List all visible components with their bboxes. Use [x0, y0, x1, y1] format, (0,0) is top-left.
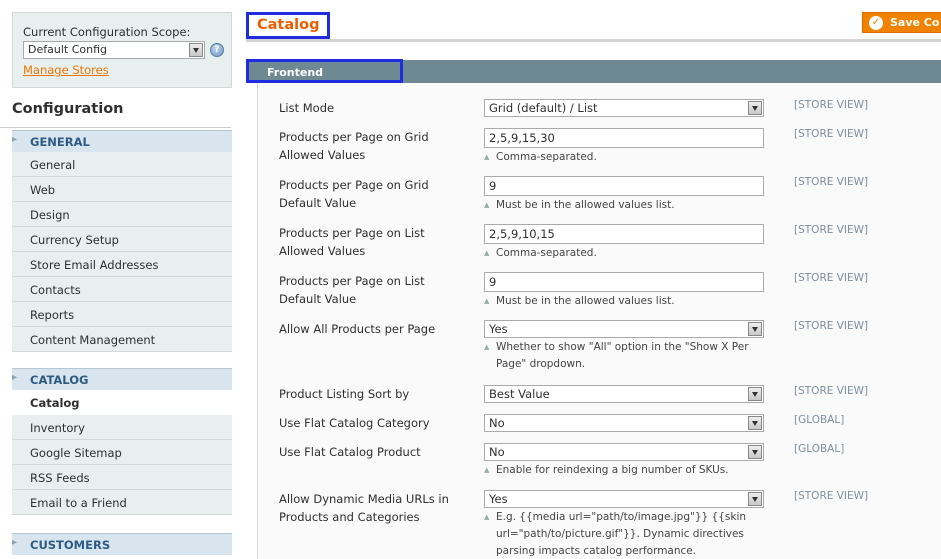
scope-label: Current Configuration Scope: [23, 25, 191, 39]
section-title[interactable]: Frontend [246, 59, 403, 83]
scope-badge: [STORE VIEW] [794, 128, 869, 140]
configuration-title: Configuration [0, 90, 231, 128]
field-label: Allow Dynamic Media URLs in Products and… [279, 492, 449, 524]
chevron-down-icon [748, 445, 762, 459]
flat-catalog-product-select[interactable]: No [484, 443, 764, 461]
sidebar-item-rss-feeds[interactable]: RSS Feeds [12, 465, 232, 490]
nav-section-customers[interactable]: CUSTOMERS [12, 533, 232, 555]
sidebar-item-email-to-a-friend[interactable]: Email to a Friend [12, 490, 232, 515]
nav-section-catalog[interactable]: CATALOG [12, 368, 232, 390]
field-note: Must be in the allowed values list. [484, 293, 771, 310]
scope-badge: [STORE VIEW] [794, 99, 869, 111]
scope-select-value: Default Config [28, 43, 107, 56]
list-mode-select[interactable]: Grid (default) / List [484, 99, 764, 117]
grid-allowed-values-input[interactable]: 2,5,9,15,30 [484, 128, 764, 148]
grid-default-value-input[interactable]: 9 [484, 176, 764, 196]
sidebar-item-content-management[interactable]: Content Management [12, 327, 232, 352]
field-label: Products per Page on List Default Value [279, 274, 425, 306]
manage-stores-link[interactable]: Manage Stores [23, 63, 109, 77]
sidebar-item-general[interactable]: General [12, 152, 232, 177]
scope-badge: [STORE VIEW] [794, 385, 869, 397]
sidebar-item-currency-setup[interactable]: Currency Setup [12, 227, 232, 252]
sidebar: Current Configuration Scope: Default Con… [0, 0, 232, 559]
scope-badge: [GLOBAL] [794, 414, 845, 426]
sidebar-item-reports[interactable]: Reports [12, 302, 232, 327]
chevron-down-icon [748, 492, 762, 506]
select-value: No [489, 416, 505, 430]
field-label: Products per Page on Grid Default Value [279, 178, 429, 210]
field-label: Use Flat Catalog Category [279, 416, 430, 430]
sidebar-item-google-sitemap[interactable]: Google Sitemap [12, 440, 232, 465]
field-note: Must be in the allowed values list. [484, 197, 771, 214]
field-label: List Mode [279, 101, 335, 115]
scope-select[interactable]: Default Config [23, 41, 205, 59]
scope-badge: [GLOBAL] [794, 443, 845, 455]
list-allowed-values-input[interactable]: 2,5,9,10,15 [484, 224, 764, 244]
select-value: No [489, 445, 505, 459]
scope-badge: [STORE VIEW] [794, 224, 869, 236]
field-label: Products per Page on Grid Allowed Values [279, 130, 429, 162]
chevron-down-icon [189, 43, 203, 57]
field-note: Comma-separated. [484, 149, 771, 166]
header-divider [246, 39, 941, 42]
chevron-down-icon [748, 387, 762, 401]
main-content: Catalog ✓ Save Co Frontend List Mode Gri… [232, 0, 941, 559]
flat-catalog-category-select[interactable]: No [484, 414, 764, 432]
sidebar-item-store-email-addresses[interactable]: Store Email Addresses [12, 252, 232, 277]
scope-badge: [STORE VIEW] [794, 490, 869, 502]
chevron-down-icon [748, 322, 762, 336]
field-note: E.g. {{media url="path/to/image.jpg"}} {… [484, 509, 771, 559]
nav-general: GENERAL General Web Design Currency Setu… [12, 130, 232, 352]
select-value: Grid (default) / List [489, 101, 598, 115]
field-note: Comma-separated. [484, 245, 771, 262]
select-value: Yes [489, 492, 508, 506]
sidebar-item-catalog[interactable]: Catalog [12, 390, 232, 415]
select-value: Yes [489, 322, 508, 336]
scope-badge: [STORE VIEW] [794, 272, 869, 284]
nav-customers: CUSTOMERS [12, 533, 232, 555]
scope-badge: [STORE VIEW] [794, 320, 869, 332]
dynamic-media-urls-select[interactable]: Yes [484, 490, 764, 508]
save-button-label: Save Co [890, 16, 940, 29]
sidebar-item-design[interactable]: Design [12, 202, 232, 227]
scope-badge: [STORE VIEW] [794, 176, 869, 188]
frontend-fieldset: List Mode Grid (default) / List [STORE V… [257, 83, 941, 559]
nav-section-general[interactable]: GENERAL [12, 130, 232, 152]
scope-switcher: Current Configuration Scope: Default Con… [12, 12, 232, 88]
sort-by-select[interactable]: Best Value [484, 385, 764, 403]
chevron-down-icon [748, 416, 762, 430]
allow-all-products-select[interactable]: Yes [484, 320, 764, 338]
field-note: Whether to show "All" option in the "Sho… [484, 339, 771, 373]
save-config-button[interactable]: ✓ Save Co [862, 12, 941, 33]
field-label: Use Flat Catalog Product [279, 445, 421, 459]
page-title: Catalog [246, 12, 330, 39]
field-label: Product Listing Sort by [279, 387, 410, 401]
chevron-down-icon [748, 101, 762, 115]
sidebar-item-web[interactable]: Web [12, 177, 232, 202]
sidebar-item-inventory[interactable]: Inventory [12, 415, 232, 440]
save-check-icon: ✓ [869, 16, 883, 30]
list-default-value-input[interactable]: 9 [484, 272, 764, 292]
field-label: Allow All Products per Page [279, 322, 436, 336]
help-icon[interactable]: ? [210, 43, 224, 57]
nav-catalog: CATALOG Catalog Inventory Google Sitemap… [12, 368, 232, 515]
sidebar-item-contacts[interactable]: Contacts [12, 277, 232, 302]
field-note: Enable for reindexing a big number of SK… [484, 462, 771, 479]
field-label: Products per Page on List Allowed Values [279, 226, 425, 258]
select-value: Best Value [489, 387, 550, 401]
